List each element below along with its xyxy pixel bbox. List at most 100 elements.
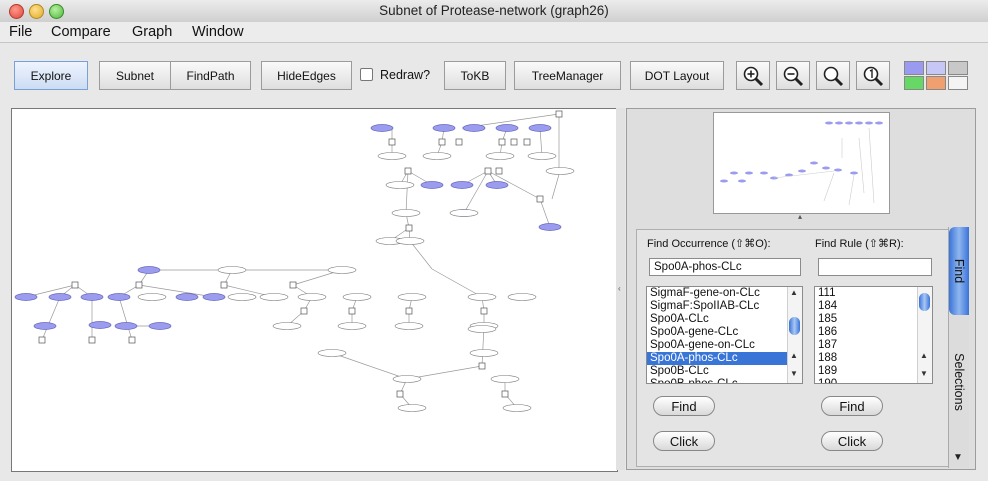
rule-list-scrollbar[interactable]: ▲ ▼ <box>917 287 932 383</box>
graph-node-state[interactable] <box>422 152 452 160</box>
rule-list-item[interactable]: 184 <box>815 300 932 313</box>
graph-node-rule[interactable] <box>555 110 563 118</box>
minimap-collapse-icon[interactable]: ▴ <box>798 212 802 221</box>
scroll-up-icon[interactable]: ▲ <box>790 288 798 297</box>
color-swatch-1[interactable] <box>904 61 924 75</box>
graph-node-species[interactable] <box>14 293 38 301</box>
graph-node-species[interactable] <box>370 124 394 132</box>
graph-node-state[interactable] <box>527 152 557 160</box>
graph-node-state[interactable] <box>449 209 479 217</box>
zoom-out-button[interactable] <box>776 61 810 90</box>
graph-node-state[interactable] <box>485 152 515 160</box>
graph-node-state[interactable] <box>394 322 424 330</box>
graph-node-state[interactable] <box>490 375 520 383</box>
occurrence-list-item[interactable]: Spo0A-gene-CLc <box>647 326 802 339</box>
graph-node-state[interactable] <box>502 404 532 412</box>
hideedges-button[interactable]: HideEdges <box>261 61 352 90</box>
graph-node-rule[interactable] <box>455 138 463 146</box>
network-graph[interactable] <box>12 109 617 471</box>
graph-node-state[interactable] <box>342 293 372 301</box>
rule-list-item[interactable]: 187 <box>815 339 932 352</box>
graph-node-species[interactable] <box>432 124 456 132</box>
tabs-scroll-down-icon[interactable]: ▼ <box>953 452 963 463</box>
graph-node-state[interactable] <box>397 293 427 301</box>
graph-node-rule[interactable] <box>478 362 486 370</box>
redraw-checkbox[interactable] <box>360 68 373 81</box>
graph-node-rule[interactable] <box>501 390 509 398</box>
find-occurrence-button[interactable]: Find <box>653 396 715 416</box>
graph-node-state[interactable] <box>392 375 422 383</box>
graph-node-state[interactable] <box>259 293 289 301</box>
zoom-fit-button[interactable] <box>816 61 850 90</box>
graph-canvas[interactable] <box>11 108 618 472</box>
find-rule-button[interactable]: Find <box>821 396 883 416</box>
rule-list-item[interactable]: 188 <box>815 352 932 365</box>
rule-list-item[interactable]: 185 <box>815 313 932 326</box>
occurrence-list-scrollbar[interactable]: ▲ ▲ ▼ <box>787 287 802 383</box>
scroll-down-icon[interactable]: ▼ <box>920 369 928 378</box>
treemanager-button[interactable]: TreeManager <box>514 61 621 90</box>
graph-node-species[interactable] <box>485 181 509 189</box>
graph-node-state[interactable] <box>385 181 415 189</box>
rule-list-item[interactable]: 189 <box>815 365 932 378</box>
graph-node-state[interactable] <box>297 293 327 301</box>
graph-node-state[interactable] <box>227 293 257 301</box>
graph-node-state[interactable] <box>377 152 407 160</box>
findpath-button[interactable]: FindPath <box>170 61 251 90</box>
graph-node-state[interactable] <box>507 293 537 301</box>
graph-node-species[interactable] <box>137 266 161 274</box>
color-swatch-4[interactable] <box>904 76 924 90</box>
menu-file[interactable]: File <box>9 24 32 40</box>
occurrence-list[interactable]: SigmaF-gene-on-CLc SigmaF:SpoIIAB-CLc Spo0… <box>646 286 803 384</box>
zoom-reset-button[interactable] <box>856 61 890 90</box>
scroll-up-icon[interactable]: ▲ <box>790 351 798 360</box>
graph-node-species[interactable] <box>528 124 552 132</box>
occurrence-list-item[interactable]: SigmaF:SpoIIAB-CLc <box>647 300 802 313</box>
graph-node-state[interactable] <box>391 209 421 217</box>
graph-node-rule[interactable] <box>404 167 412 175</box>
graph-node-state[interactable] <box>469 349 499 357</box>
graph-node-state[interactable] <box>545 167 575 175</box>
graph-node-state[interactable] <box>397 404 427 412</box>
click-rule-button[interactable]: Click <box>821 431 883 451</box>
graph-node-rule[interactable] <box>289 281 297 289</box>
graph-node-state[interactable] <box>467 325 497 333</box>
color-swatch-6[interactable] <box>948 76 968 90</box>
graph-node-species[interactable] <box>538 223 562 231</box>
scroll-thumb[interactable] <box>789 317 800 335</box>
graph-node-rule[interactable] <box>405 224 413 232</box>
graph-node-rule[interactable] <box>348 307 356 315</box>
graph-node-rule[interactable] <box>484 167 492 175</box>
graph-node-rule[interactable] <box>135 281 143 289</box>
graph-node-species[interactable] <box>450 181 474 189</box>
tab-find[interactable]: Find <box>949 227 969 315</box>
graph-node-state[interactable] <box>137 293 167 301</box>
menu-graph[interactable]: Graph <box>132 24 172 40</box>
menu-compare[interactable]: Compare <box>51 24 111 40</box>
graph-node-rule[interactable] <box>88 336 96 344</box>
graph-node-rule[interactable] <box>128 336 136 344</box>
rule-list-item[interactable]: 186 <box>815 326 932 339</box>
graph-node-rule[interactable] <box>388 138 396 146</box>
graph-node-rule[interactable] <box>71 281 79 289</box>
tab-selections[interactable]: Selections <box>949 323 969 441</box>
subnet-button[interactable]: Subnet <box>99 61 171 90</box>
graph-node-species[interactable] <box>175 293 199 301</box>
graph-node-species[interactable] <box>48 293 72 301</box>
graph-node-species[interactable] <box>202 293 226 301</box>
graph-node-rule[interactable] <box>523 138 531 146</box>
graph-node-state[interactable] <box>217 266 247 274</box>
zoom-in-button[interactable] <box>736 61 770 90</box>
graph-node-species[interactable] <box>88 321 112 329</box>
occurrence-list-item[interactable]: Spo0A-gene-on-CLc <box>647 339 802 352</box>
scroll-down-icon[interactable]: ▼ <box>790 369 798 378</box>
explore-button[interactable]: Explore <box>14 61 88 90</box>
menu-window[interactable]: Window <box>192 24 244 40</box>
occurrence-list-item[interactable]: Spo0A-CLc <box>647 313 802 326</box>
scroll-thumb[interactable] <box>919 293 930 311</box>
graph-node-rule[interactable] <box>405 307 413 315</box>
graph-node-rule[interactable] <box>495 167 503 175</box>
tokb-button[interactable]: ToKB <box>444 61 506 90</box>
rule-list[interactable]: 111 184 185 186 187 188 189 190 ▲ ▼ <box>814 286 933 384</box>
split-pane-divider[interactable]: ‹ <box>616 108 625 470</box>
